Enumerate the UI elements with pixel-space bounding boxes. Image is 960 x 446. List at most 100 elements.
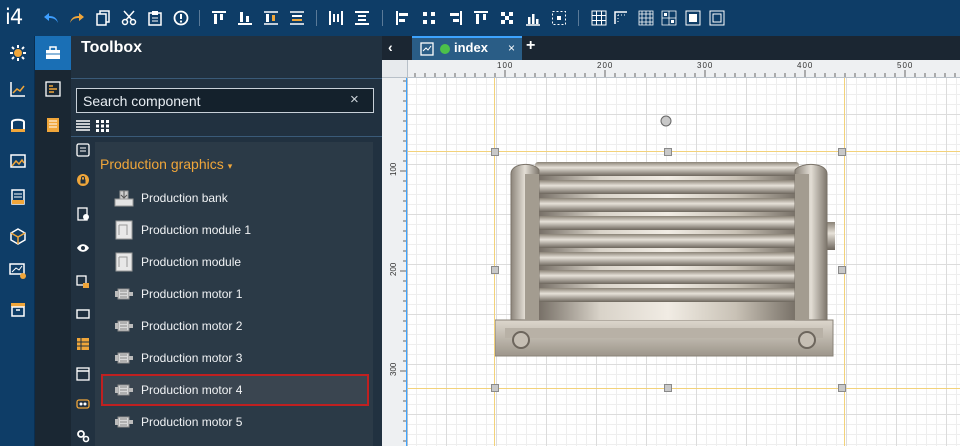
archive-icon[interactable] <box>8 299 28 319</box>
list-icon[interactable] <box>75 142 90 157</box>
clear-search-icon[interactable]: × <box>350 91 359 108</box>
window-icon[interactable] <box>75 366 90 381</box>
distribute-icon[interactable] <box>288 9 306 27</box>
align-vcenter-icon[interactable] <box>498 9 516 27</box>
info-icon[interactable] <box>172 9 190 27</box>
eye-icon[interactable] <box>75 240 90 255</box>
toolbox-icon[interactable] <box>44 44 62 62</box>
resize-handle[interactable] <box>838 148 846 156</box>
production-motor-icon <box>113 347 135 369</box>
list-item[interactable]: Production module <box>101 246 369 278</box>
list-item[interactable]: Production motor 3 <box>101 342 369 374</box>
ruler-label: 200 <box>597 61 613 70</box>
divider <box>71 78 382 79</box>
search-input[interactable] <box>76 88 374 113</box>
toolbox-title: Toolbox <box>81 39 143 56</box>
list-item[interactable]: Production module 1 <box>101 214 369 246</box>
group-icon[interactable] <box>550 9 568 27</box>
grid-icon[interactable] <box>590 9 608 27</box>
toolbar-separator <box>578 10 579 26</box>
document-icon[interactable] <box>8 187 28 207</box>
document-settings-icon[interactable] <box>75 206 90 221</box>
production-motor-icon <box>113 379 135 401</box>
chart-icon[interactable] <box>524 9 542 27</box>
align-left-icon[interactable] <box>394 9 412 27</box>
align-hcenter-icon[interactable] <box>472 9 490 27</box>
monitor-settings-icon[interactable] <box>8 261 28 281</box>
chart-line-icon[interactable] <box>8 79 28 99</box>
cut-icon[interactable] <box>120 9 138 27</box>
scrollbar[interactable] <box>373 142 382 446</box>
grid-corner-icon[interactable] <box>612 9 630 27</box>
ruler-scale: 100 200 300 400 500 <box>414 61 956 77</box>
grid-frame-icon[interactable] <box>708 9 726 27</box>
list-item-label: Production motor 2 <box>141 319 243 333</box>
production-module-icon <box>113 251 135 273</box>
chevron-left-icon[interactable]: ‹ <box>388 39 393 55</box>
list-item-label: Production module <box>141 255 242 269</box>
app-logo: i4 <box>5 5 23 29</box>
list-item-selected[interactable]: Production motor 4 <box>101 374 369 406</box>
close-icon[interactable]: × <box>508 41 515 55</box>
lock-icon[interactable] <box>75 172 90 187</box>
add-tab-button[interactable]: + <box>526 37 535 55</box>
notes-icon[interactable] <box>44 116 62 134</box>
grid-snap-icon[interactable] <box>660 9 678 27</box>
align-rows-icon[interactable] <box>353 9 371 27</box>
chevron-down-icon: ▾ <box>227 161 233 171</box>
production-module-icon <box>113 219 135 241</box>
undo-icon[interactable] <box>42 9 60 27</box>
rotate-handle[interactable] <box>660 115 672 127</box>
redo-icon[interactable] <box>68 9 86 27</box>
align-center-icon[interactable] <box>420 9 438 27</box>
production-motor-icon <box>113 411 135 433</box>
table-icon[interactable] <box>75 336 90 351</box>
list-view-icon[interactable] <box>76 120 90 132</box>
toolbar-separator <box>316 10 317 26</box>
package-icon[interactable] <box>8 226 28 246</box>
page-icon <box>420 42 434 56</box>
list-item-label: Production motor 3 <box>141 351 243 365</box>
grid-dense-icon[interactable] <box>637 9 655 27</box>
resize-handle[interactable] <box>664 148 672 156</box>
settings-icon[interactable] <box>8 43 28 63</box>
image-settings-icon[interactable] <box>75 274 90 289</box>
group-header[interactable]: Production graphics ▾ <box>100 156 232 172</box>
gears-icon[interactable] <box>75 428 90 443</box>
design-canvas[interactable] <box>408 78 960 446</box>
resize-handle[interactable] <box>664 384 672 392</box>
tab-index[interactable]: index × <box>412 36 522 60</box>
tab-label: index <box>454 40 488 55</box>
folder-open-icon[interactable] <box>8 115 28 135</box>
production-motor-graphic[interactable] <box>495 160 835 360</box>
top-toolbar: i4 <box>0 0 960 36</box>
rectangle-icon[interactable] <box>75 306 90 321</box>
layers-icon[interactable] <box>44 80 62 98</box>
image-icon[interactable] <box>8 151 28 171</box>
vertical-ruler: 100 200 300 <box>382 78 408 446</box>
divider <box>71 136 382 137</box>
align-bottom-icon[interactable] <box>236 9 254 27</box>
production-motor-icon <box>113 315 135 337</box>
align-middle-icon[interactable] <box>262 9 280 27</box>
list-item[interactable]: Production motor 5 <box>101 406 369 438</box>
sub-rail <box>35 36 71 446</box>
resize-handle[interactable] <box>491 266 499 274</box>
align-top-icon[interactable] <box>210 9 228 27</box>
copy-icon[interactable] <box>94 9 112 27</box>
list-item[interactable]: Production motor 1 <box>101 278 369 310</box>
resize-handle[interactable] <box>491 384 499 392</box>
production-motor-icon <box>113 283 135 305</box>
list-item[interactable]: Production motor 2 <box>101 310 369 342</box>
resize-handle[interactable] <box>838 266 846 274</box>
paste-icon[interactable] <box>146 9 164 27</box>
ruler-corner <box>382 60 408 78</box>
resize-handle[interactable] <box>838 384 846 392</box>
list-item[interactable]: Production bank <box>101 182 369 214</box>
video-icon[interactable] <box>75 396 90 411</box>
resize-handle[interactable] <box>491 148 499 156</box>
grid-view-icon[interactable] <box>96 120 110 132</box>
grid-fill-icon[interactable] <box>684 9 702 27</box>
align-right-icon[interactable] <box>446 9 464 27</box>
align-columns-icon[interactable] <box>327 9 345 27</box>
